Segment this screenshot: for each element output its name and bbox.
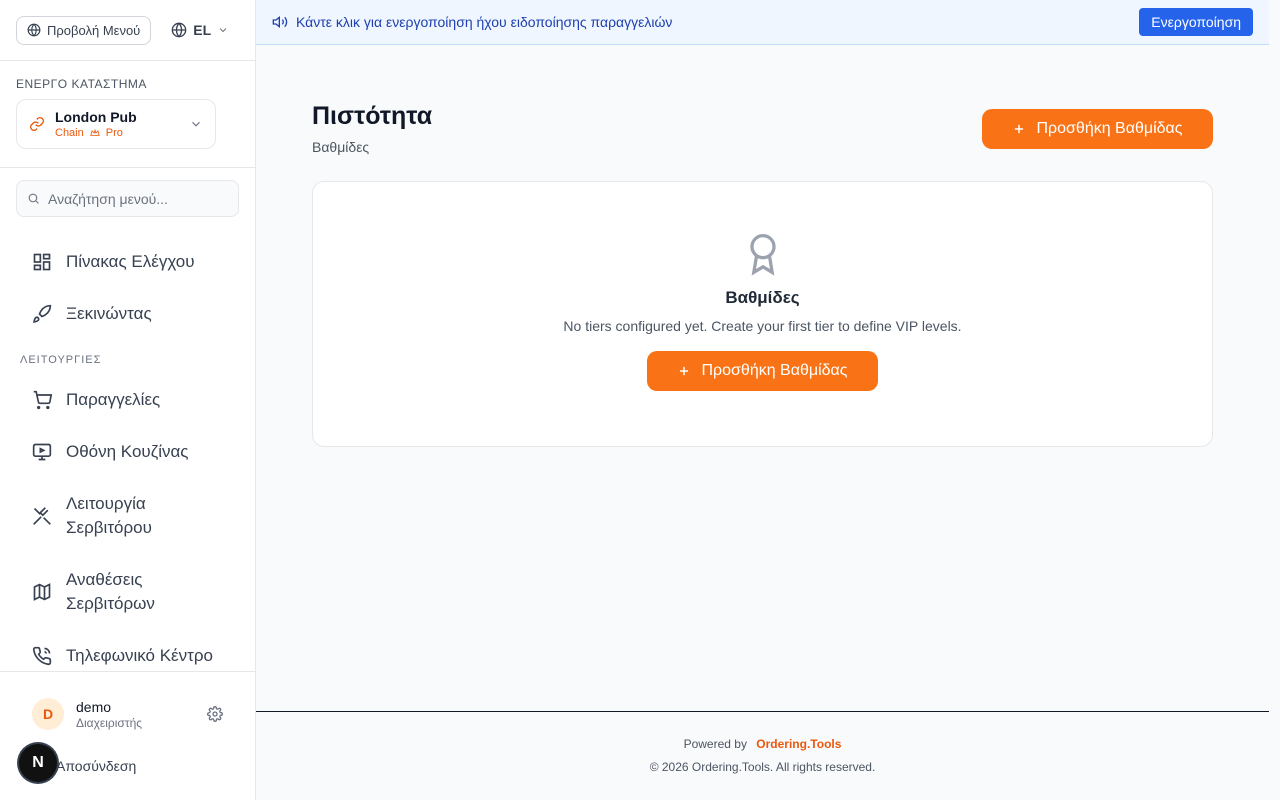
store-name: London Pub [55, 109, 137, 125]
nav-item-dashboard[interactable]: Πίνακας Ελέγχου [16, 236, 239, 288]
active-store-section: ΕΝΕΡΓΟ ΚΑΤΑΣΤΗΜΑ London Pub Chain Pro [0, 61, 255, 168]
chevron-down-icon [219, 28, 227, 33]
plus-icon [680, 366, 689, 376]
add-tier-label: Προσθήκη Βαθμίδας [701, 362, 848, 379]
nav-item-label: Πίνακας Ελέγχου [66, 252, 195, 271]
menu-view-button[interactable]: Προβολή Μενού [16, 15, 152, 45]
language-code: EL [193, 22, 212, 38]
store-plan: Pro [105, 127, 123, 139]
page-title: Πιστότητα [312, 102, 433, 130]
page-header: Πιστότητα Βαθμίδες [312, 102, 432, 155]
language-selector[interactable]: EL [163, 22, 237, 38]
plus-icon [1015, 124, 1024, 134]
nav-item-getting-started[interactable]: Ξεκινώντας [16, 288, 239, 340]
empty-state-description: No tiers configured yet. Create your fir… [563, 318, 962, 334]
nav-item-label: Λειτουργία Σερβιτόρου [66, 494, 152, 537]
nav-group-label: ΛΕΙΤΟΥΡΓΙΕΣ [20, 354, 102, 366]
search-input[interactable] [48, 190, 228, 207]
map-icon [33, 583, 51, 601]
active-store-label: ΕΝΕΡΓΟ ΚΑΤΑΣΤΗΜΑ [16, 77, 147, 91]
nav-item-kitchen-display[interactable]: Οθόνη Κουζίνας [16, 426, 239, 478]
user-role: Διαχειριστής [76, 715, 143, 730]
footer: Powered by Ordering.Tools © 2026 Orderin… [256, 711, 1269, 800]
chevron-down-icon [192, 121, 200, 127]
nav-item-label: Ξεκινώντας [66, 304, 152, 323]
nav-item-label: Παραγγελίες [66, 390, 161, 409]
sidebar-top-bar: Προβολή Μενού EL [0, 0, 255, 61]
nav-item-label: Οθόνη Κουζίνας [66, 442, 189, 461]
user-name: demo [76, 698, 112, 715]
dev-tools-badge[interactable]: N [19, 744, 57, 782]
scrollbar[interactable] [1269, 0, 1280, 800]
speaker-icon [272, 15, 288, 29]
link-icon [30, 117, 44, 131]
search-icon [28, 193, 39, 204]
page-subtitle: Βαθμίδες [312, 139, 370, 155]
banner-text: Κάντε κλικ για ενεργοποίηση ήχου ειδοποί… [296, 14, 673, 30]
enable-sound-button[interactable]: Ενεργοποίηση [1139, 8, 1253, 36]
add-tier-button[interactable]: Προσθήκη Βαθμίδας [982, 109, 1213, 149]
add-tier-button-empty[interactable]: Προσθήκη Βαθμίδας [647, 351, 878, 391]
nav-item-orders[interactable]: Παραγγελίες [16, 374, 239, 426]
nav-item-label: Αναθέσεις Σερβιτόρων [66, 570, 155, 613]
award-icon [749, 234, 776, 276]
dashboard-icon [33, 253, 51, 271]
store-switcher[interactable]: London Pub Chain Pro [16, 99, 216, 149]
store-type: Chain [55, 127, 84, 139]
sound-notification-banner: Κάντε κλικ για ενεργοποίηση ήχου ειδοποί… [256, 0, 1269, 45]
copyright-text: © 2026 Ordering.Tools. All rights reserv… [649, 760, 876, 774]
nav-item-label: Τηλεφωνικό Κέντρο [66, 646, 213, 665]
crown-icon [90, 128, 100, 136]
brand-link[interactable]: Ordering.Tools [756, 737, 841, 751]
utensils-icon [33, 507, 51, 525]
logout-link[interactable]: Αποσύνδεση [56, 758, 136, 774]
rocket-icon [33, 304, 52, 323]
nav-item-waiter-mode[interactable]: Λειτουργία Σερβιτόρου [16, 478, 239, 554]
globe-icon [27, 23, 41, 37]
empty-state-title: Βαθμίδες [725, 288, 800, 307]
sidebar-nav: Πίνακας Ελέγχου Ξεκινώντας ΛΕΙΤΟΥΡΓΙΕΣ Π… [16, 236, 239, 682]
phone-icon [32, 646, 52, 666]
menu-view-label: Προβολή Μενού [47, 22, 141, 38]
cart-icon [33, 390, 52, 410]
sidebar: Προβολή Μενού EL ΕΝΕΡΓΟ ΚΑΤΑΣΤΗΜΑ London… [0, 0, 256, 800]
monitor-icon [32, 443, 52, 461]
tiers-empty-state: Βαθμίδες No tiers configured yet. Create… [312, 181, 1213, 447]
avatar: D [32, 698, 64, 730]
add-tier-label: Προσθήκη Βαθμίδας [1036, 120, 1183, 137]
menu-search [16, 180, 239, 217]
gear-icon[interactable] [207, 706, 223, 722]
nav-item-waiter-assignments[interactable]: Αναθέσεις Σερβιτόρων [16, 554, 239, 630]
globe-icon [171, 22, 187, 38]
powered-by-text: Powered by [683, 737, 747, 751]
